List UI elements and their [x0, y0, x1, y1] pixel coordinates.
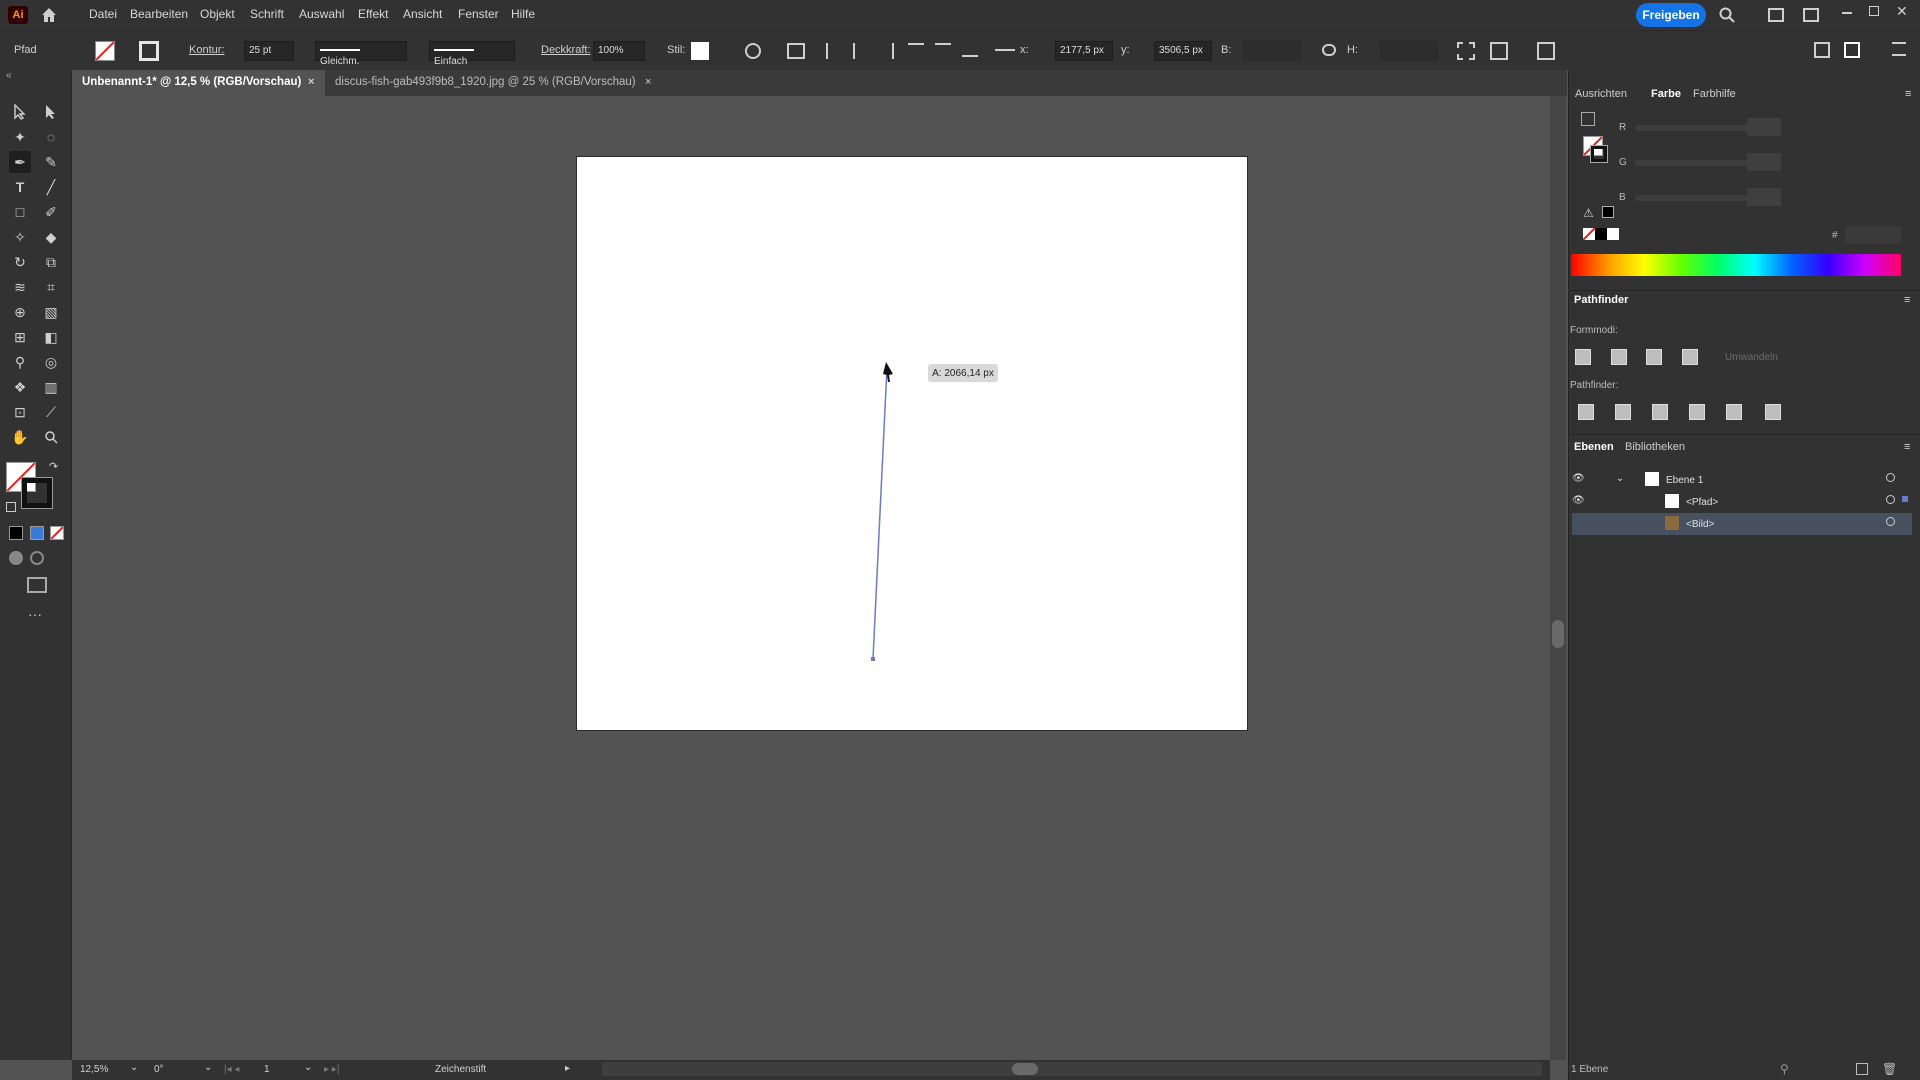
layer-row-pfad[interactable]: 👁 <Pfad>	[1572, 491, 1912, 513]
status-bar: 12,5% ⌄ 0° ⌄ |◂ ◂ 1 ⌄ ▸ ▸| Zeichenstift …	[72, 1060, 1550, 1080]
horizontal-scrollbar[interactable]	[602, 1062, 1542, 1076]
zoom-dropdown-icon[interactable]: ⌄	[130, 1062, 138, 1073]
merge-icon[interactable]	[1652, 404, 1668, 420]
none-swatch[interactable]	[1582, 227, 1596, 241]
intersect-icon[interactable]	[1646, 349, 1662, 365]
zoom-field[interactable]: 12,5%	[80, 1064, 108, 1075]
exclude-icon[interactable]	[1682, 349, 1698, 365]
channel-b-value[interactable]	[1747, 188, 1781, 206]
first-artboard-icon[interactable]: |◂ ◂	[224, 1064, 239, 1075]
pathfinders-label: Pathfinder:	[1570, 380, 1619, 391]
color-spectrum[interactable]	[1571, 254, 1901, 276]
rotation-field[interactable]: 0°	[154, 1064, 164, 1075]
tab-bibliotheken[interactable]: Bibliotheken	[1625, 441, 1685, 453]
pathfinder-title: Pathfinder	[1574, 294, 1629, 306]
layer-row-ebene1[interactable]: 👁 ⌄ Ebene 1	[1572, 469, 1912, 491]
expand-button[interactable]: Umwandeln	[1725, 352, 1778, 363]
minus-back-icon[interactable]	[1765, 404, 1781, 420]
layer-name[interactable]: <Pfad>	[1686, 497, 1718, 508]
channel-g-label: G	[1619, 157, 1627, 168]
measure-tooltip: A: 2066,14 px	[928, 364, 998, 382]
divider	[1568, 290, 1920, 291]
layer-thumbnail	[1665, 516, 1679, 530]
visibility-eye-icon[interactable]: 👁	[1572, 473, 1585, 484]
delete-layer-icon[interactable]: 🗑	[1882, 1062, 1897, 1076]
trim-icon[interactable]	[1615, 404, 1631, 420]
locate-object-icon[interactable]: ⚲	[1780, 1062, 1789, 1076]
layers-count: 1 Ebene	[1571, 1064, 1609, 1075]
shape-modes-label: Formmodi:	[1570, 325, 1618, 336]
layer-name[interactable]: <Bild>	[1686, 519, 1714, 530]
anchor-point[interactable]	[871, 657, 875, 661]
pen-cursor-icon	[883, 362, 893, 382]
layer-thumbnail	[1645, 472, 1659, 486]
tab-farbhilfe[interactable]: Farbhilfe	[1693, 88, 1736, 100]
unite-icon[interactable]	[1575, 349, 1591, 365]
layers-menu-icon[interactable]: ≡	[1904, 441, 1910, 453]
drawn-path[interactable]	[872, 366, 888, 660]
target-icon[interactable]	[1886, 495, 1895, 504]
tab-farbe[interactable]: Farbe	[1651, 88, 1681, 100]
layer-thumbnail	[1665, 494, 1679, 508]
divider	[1568, 434, 1920, 435]
status-menu-icon[interactable]: ▸	[565, 1063, 570, 1074]
right-panel-dock: Ausrichten Farbe Farbhilfe ≡ R G B ⚠ #	[1568, 70, 1920, 1080]
rotation-dropdown-icon[interactable]: ⌄	[204, 1062, 212, 1073]
layer-row-bild[interactable]: <Bild>	[1572, 513, 1912, 535]
target-icon[interactable]	[1886, 473, 1895, 482]
channel-g-value[interactable]	[1747, 153, 1781, 171]
out-of-gamut-icon[interactable]: ⚠	[1583, 206, 1594, 220]
visibility-eye-icon[interactable]: 👁	[1572, 495, 1585, 506]
artboard-dropdown-icon[interactable]: ⌄	[304, 1062, 312, 1073]
current-tool-label: Zeichenstift	[435, 1064, 487, 1075]
outline-icon[interactable]	[1726, 404, 1742, 420]
channel-r-label: R	[1619, 122, 1627, 133]
last-artboard-icon[interactable]: ▸ ▸|	[324, 1064, 339, 1075]
fill-stroke-toggle-icon[interactable]	[1581, 112, 1595, 126]
panel-stroke-swatch[interactable]	[1590, 145, 1608, 163]
hex-field[interactable]	[1845, 226, 1901, 244]
divide-icon[interactable]	[1578, 404, 1594, 420]
scrollbar-thumb[interactable]	[1552, 620, 1564, 648]
channel-r-value[interactable]	[1747, 118, 1781, 136]
selection-indicator	[1902, 496, 1908, 502]
crop-icon[interactable]	[1689, 404, 1705, 420]
tab-ausrichten[interactable]: Ausrichten	[1575, 88, 1627, 100]
white-swatch[interactable]	[1607, 228, 1619, 240]
vertical-scrollbar[interactable]	[1550, 96, 1566, 1060]
minus-front-icon[interactable]	[1611, 349, 1627, 365]
black-swatch-small[interactable]	[1602, 206, 1614, 218]
artboard-number[interactable]: 1	[264, 1064, 270, 1075]
channel-b-label: B	[1619, 192, 1626, 203]
horizontal-scroll-thumb[interactable]	[1012, 1063, 1038, 1075]
pathfinder-menu-icon[interactable]: ≡	[1904, 294, 1910, 306]
new-layer-icon[interactable]	[1856, 1063, 1868, 1075]
black-swatch[interactable]	[1595, 228, 1607, 240]
target-icon[interactable]	[1886, 517, 1895, 526]
hex-symbol: #	[1832, 230, 1838, 241]
tab-ebenen[interactable]: Ebenen	[1574, 441, 1614, 453]
chevron-down-icon[interactable]: ⌄	[1616, 473, 1624, 484]
panel-menu-icon[interactable]: ≡	[1905, 88, 1911, 100]
layer-name[interactable]: Ebene 1	[1666, 475, 1703, 486]
